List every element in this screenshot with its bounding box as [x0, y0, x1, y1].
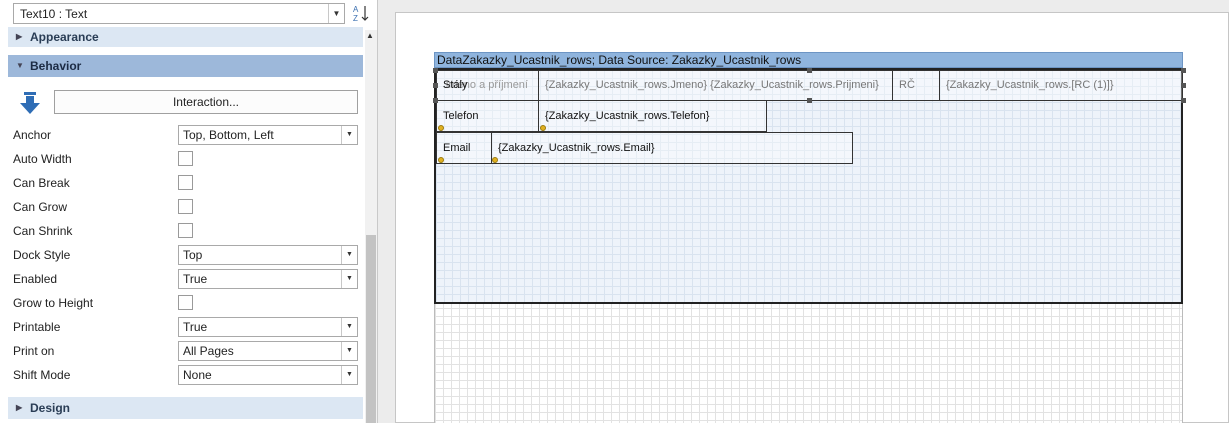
prop-print-on-label: Print on [13, 344, 55, 358]
scroll-up-icon[interactable]: ▲ [366, 31, 374, 40]
prop-enabled-select[interactable]: True ▼ [178, 269, 358, 289]
chevron-down-icon[interactable]: ▼ [341, 318, 357, 336]
resize-handle[interactable] [1181, 98, 1186, 103]
event-marker-icon [492, 157, 498, 163]
chevron-down-icon[interactable]: ▼ [341, 366, 357, 384]
prop-print-on-select[interactable]: All Pages ▼ [178, 341, 358, 361]
rc-field-cell[interactable]: {Zakazky_Ucastnik_rows.[RC (1)]} [939, 70, 1183, 101]
object-selector-value: Text10 : Text [20, 7, 88, 21]
category-label: Behavior [30, 59, 82, 73]
interaction-button[interactable]: Interaction... [54, 90, 358, 114]
chevron-down-icon[interactable]: ▼ [341, 246, 357, 264]
email-field-cell[interactable]: {Zakazky_Ucastnik_rows.Email} [491, 132, 853, 164]
event-marker-icon [438, 157, 444, 163]
prop-anchor-label: Anchor [13, 128, 52, 142]
prop-anchor-select[interactable]: Top, Bottom, Left ▼ [178, 125, 358, 145]
resize-handle[interactable] [807, 68, 812, 73]
prop-enabled-label: Enabled [13, 272, 58, 286]
resize-handle[interactable] [433, 98, 438, 103]
prop-can-break-checkbox[interactable] [178, 175, 193, 190]
name-field-cell[interactable]: {Zakazky_Ucastnik_rows.Jmeno} {Zakazky_U… [538, 70, 893, 101]
prop-print-on-value: All Pages [183, 344, 234, 358]
prop-shift-mode-value: None [183, 368, 212, 382]
prop-dock-style-label: Dock Style [13, 248, 71, 262]
resize-handle[interactable] [1181, 83, 1186, 88]
resize-handle[interactable] [433, 68, 438, 73]
expanded-arrow-icon: ▼ [16, 61, 24, 70]
arrow-down-icon [20, 92, 40, 114]
collapsed-arrow-icon: ▶ [16, 403, 23, 412]
event-marker-icon [438, 125, 444, 131]
prop-anchor-value: Top, Bottom, Left [183, 128, 274, 142]
prop-can-shrink-checkbox[interactable] [178, 223, 193, 238]
prop-grow-to-height-checkbox[interactable] [178, 295, 193, 310]
resize-handle[interactable] [433, 83, 438, 88]
svg-text:Z: Z [353, 14, 358, 23]
category-label: Design [30, 401, 71, 415]
collapsed-arrow-icon: ▶ [16, 32, 23, 41]
svg-text:A: A [353, 5, 359, 14]
prop-can-grow-label: Can Grow [13, 200, 68, 214]
category-behavior[interactable]: ▼ Behavior [8, 55, 363, 77]
rc-label-cell[interactable]: RČ [892, 70, 940, 101]
object-selector[interactable]: Text10 : Text ▼ [13, 3, 345, 24]
prop-can-shrink-label: Can Shrink [13, 224, 73, 238]
prop-can-break-label: Can Break [13, 176, 70, 190]
category-design[interactable]: ▶ Design [8, 397, 363, 419]
resize-handle[interactable] [807, 98, 812, 103]
prop-can-grow-checkbox[interactable] [178, 199, 193, 214]
event-marker-icon [540, 125, 546, 131]
prop-auto-width-label: Auto Width [13, 152, 72, 166]
chevron-down-icon[interactable]: ▼ [328, 4, 344, 23]
prop-shift-mode-select[interactable]: None ▼ [178, 365, 358, 385]
scrollbar-thumb[interactable] [366, 235, 376, 423]
property-panel: Text10 : Text ▼ A Z ▶ Appearance ▼ Behav… [0, 0, 378, 423]
resize-handle[interactable] [1181, 68, 1186, 73]
chevron-down-icon[interactable]: ▼ [341, 270, 357, 288]
telefon-field-cell[interactable]: {Zakazky_Ucastnik_rows.Telefon} [538, 100, 767, 132]
email-label-cell[interactable]: Email [436, 132, 492, 164]
chevron-down-icon[interactable]: ▼ [341, 342, 357, 360]
data-band-header[interactable]: DataZakazky_Ucastnik_rows; Data Source: … [434, 52, 1183, 68]
chevron-down-icon[interactable]: ▼ [341, 126, 357, 144]
telefon-label-cell[interactable]: Telefon [436, 100, 539, 132]
data-band[interactable]: Jméno a příjmení Stály {Zakazky_Ucastnik… [433, 68, 1186, 304]
category-label: Appearance [30, 30, 99, 44]
label-staly: Stály [443, 79, 468, 91]
prop-grow-to-height-label: Grow to Height [13, 296, 94, 310]
label-cell-overlap[interactable]: Jméno a příjmení Stály [436, 70, 539, 101]
prop-printable-label: Printable [13, 320, 61, 334]
prop-printable-select[interactable]: True ▼ [178, 317, 358, 337]
category-appearance[interactable]: ▶ Appearance [8, 27, 363, 47]
prop-enabled-value: True [183, 272, 208, 286]
prop-shift-mode-label: Shift Mode [13, 368, 71, 382]
prop-dock-style-select[interactable]: Top ▼ [178, 245, 358, 265]
prop-auto-width-checkbox[interactable] [178, 151, 193, 166]
prop-printable-value: True [183, 320, 208, 334]
prop-dock-style-value: Top [183, 248, 203, 262]
sort-alphabetical-icon[interactable]: A Z [352, 3, 370, 23]
